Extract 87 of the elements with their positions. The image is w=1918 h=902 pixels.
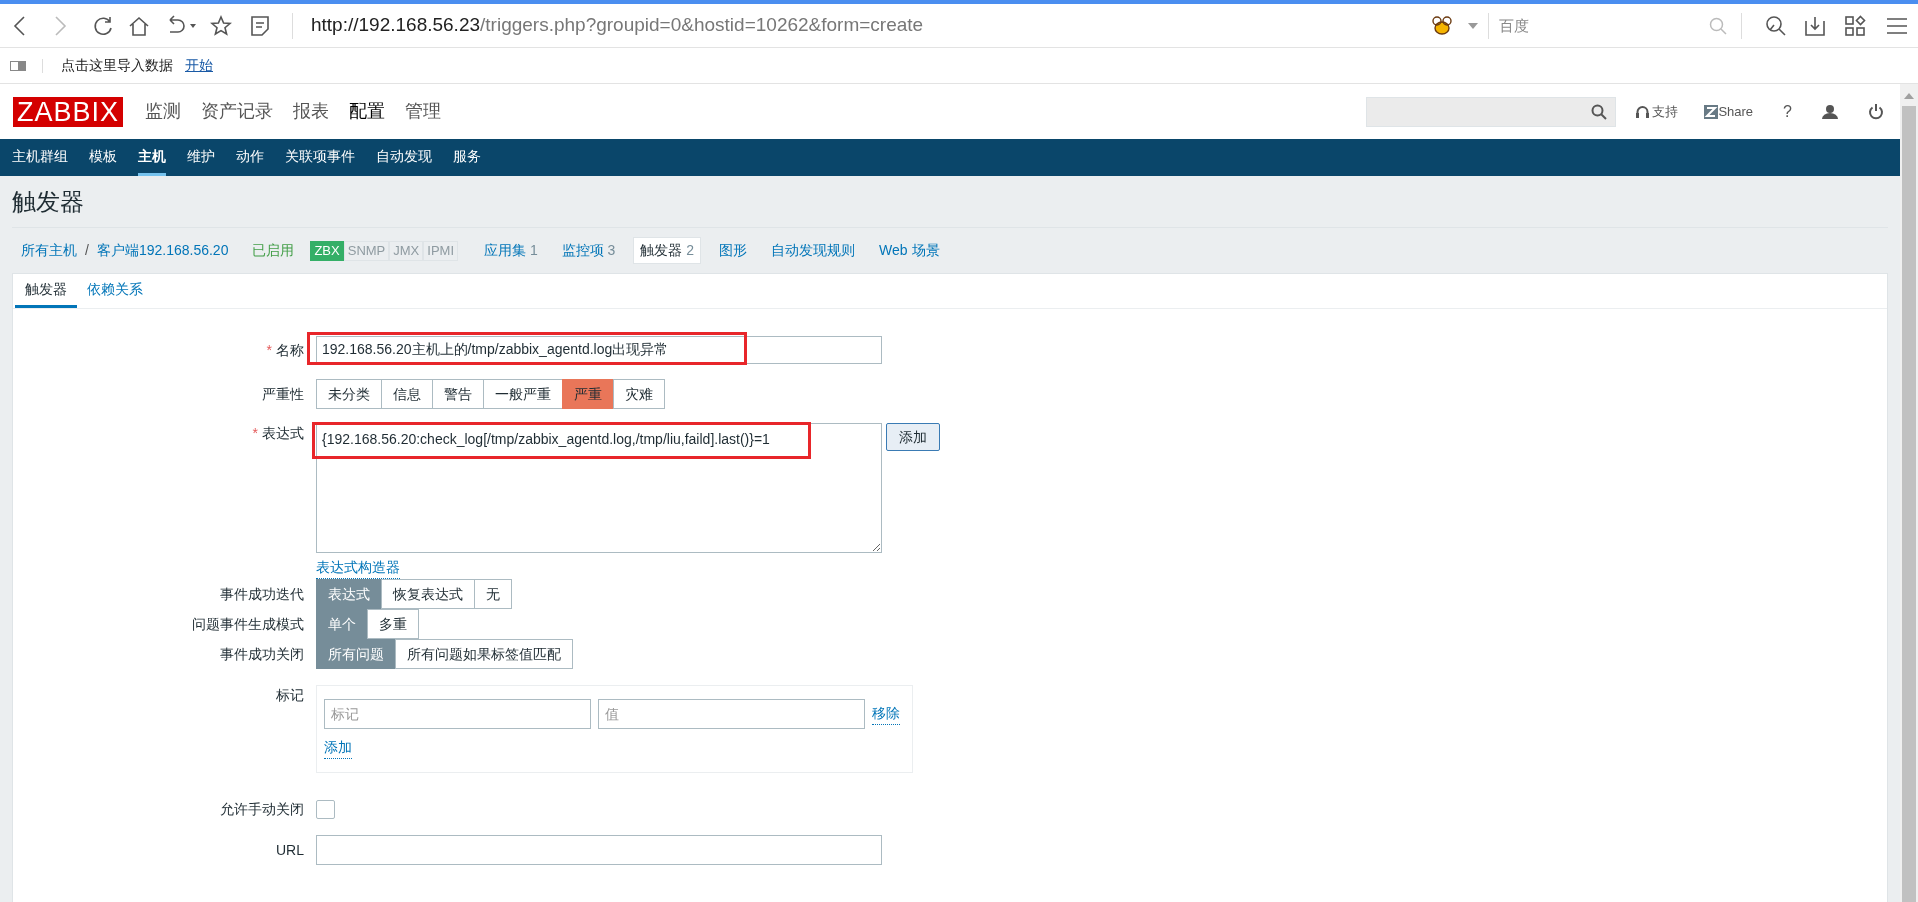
zabbix-logo[interactable]: ZABBIX: [13, 96, 124, 127]
submenu-item[interactable]: 主机群组: [12, 139, 68, 176]
host-nav-link[interactable]: Web 场景: [873, 238, 946, 263]
search-field[interactable]: 百度: [1499, 11, 1709, 40]
segment-option[interactable]: 未分类: [316, 379, 382, 409]
segment-option[interactable]: 灾难: [613, 379, 665, 409]
required-asterisk: *: [266, 342, 272, 358]
field-label: 名称: [276, 342, 304, 358]
reload-icon[interactable]: [92, 14, 114, 37]
headset-icon[interactable]: [1636, 104, 1650, 119]
home-icon[interactable]: [128, 14, 150, 37]
main-menu-item[interactable]: 资产记录: [201, 98, 274, 125]
host-nav-link[interactable]: 图形: [713, 238, 754, 263]
tag-name-field[interactable]: 标记: [324, 699, 591, 729]
power-icon[interactable]: [1868, 103, 1884, 120]
main-menu-item[interactable]: 监测: [145, 98, 182, 125]
main-menu-item[interactable]: 报表: [293, 98, 330, 125]
submenu-item[interactable]: 维护: [187, 139, 215, 176]
bee-icon[interactable]: [1430, 14, 1454, 37]
main-menu-item[interactable]: 管理: [405, 98, 442, 125]
host-status: 已启用: [252, 241, 295, 260]
host-nav-link[interactable]: 监控项 3: [555, 238, 622, 263]
page-title: 触发器: [12, 186, 84, 217]
z-logo-icon[interactable]: [1704, 104, 1719, 119]
field-label: 事件成功迭代: [220, 586, 304, 602]
name-input[interactable]: 192.168.56.20主机上的/tmp/zabbix_agentd.log出现异常: [316, 336, 882, 364]
help-link[interactable]: ?: [1783, 99, 1792, 124]
field-label: 允许手动关闭: [220, 801, 304, 817]
manual-close-checkbox[interactable]: [316, 799, 335, 819]
add-tag-link[interactable]: 添加: [324, 737, 352, 759]
star-icon[interactable]: [210, 14, 232, 37]
expression-textarea[interactable]: {192.168.56.20:check_log[/tmp/zabbix_agentd.log,/tmp/liu,faild].last()}=1: [316, 423, 882, 553]
field-label: 严重性: [262, 386, 304, 402]
segment-option[interactable]: 一般严重: [483, 379, 563, 409]
breadcrumb-link[interactable]: 客户端192.168.56.20: [96, 240, 229, 261]
global-search-field[interactable]: [1366, 96, 1617, 127]
breadcrumb-link[interactable]: 所有主机: [21, 240, 77, 261]
search-icon[interactable]: [1591, 103, 1608, 120]
add-button[interactable]: 添加: [886, 423, 940, 451]
share-link[interactable]: Share: [1718, 101, 1754, 122]
segment-option[interactable]: 恢复表达式: [381, 579, 475, 609]
required-asterisk: *: [252, 425, 258, 441]
dropdown-caret-icon[interactable]: [1468, 22, 1478, 29]
back-icon[interactable]: [12, 14, 26, 37]
availability-tag: JMX: [389, 240, 424, 261]
host-nav-link[interactable]: 自动发现规则: [765, 238, 862, 263]
form-tab[interactable]: 触发器: [15, 274, 77, 308]
field-label: URL: [276, 842, 304, 858]
notes-icon[interactable]: [250, 14, 270, 37]
field-label: 事件成功关闭: [220, 646, 304, 662]
address-bar[interactable]: http://192.168.56.23/triggers.php?groupid=0&hostid=10262&form=create: [311, 11, 924, 40]
scrollbar[interactable]: [1900, 84, 1918, 902]
sidebar-toggle-icon[interactable]: [10, 60, 26, 71]
user-icon[interactable]: [1822, 104, 1838, 119]
download-icon[interactable]: [1804, 14, 1826, 37]
availability-tag: ZBX: [310, 240, 344, 261]
field-label: 标记: [276, 687, 304, 703]
submenu-item[interactable]: 模板: [89, 139, 117, 176]
availability-tag: SNMP: [343, 240, 390, 261]
bookmark-text: 点击这里导入数据: [61, 56, 173, 75]
host-nav-link[interactable]: 触发器 2: [633, 237, 702, 264]
support-link[interactable]: 支持: [1652, 101, 1679, 122]
start-link[interactable]: 开始: [185, 55, 213, 76]
segment-option[interactable]: 所有问题如果标签值匹配: [395, 639, 573, 669]
menu-icon[interactable]: [1886, 15, 1908, 36]
url-input[interactable]: [316, 835, 882, 865]
tag-value-field[interactable]: 值: [598, 699, 865, 729]
segment-option[interactable]: 警告: [432, 379, 484, 409]
segment-option[interactable]: 多重: [367, 609, 419, 639]
submenu-item[interactable]: 服务: [453, 139, 481, 176]
breadcrumb-separator: /: [85, 241, 89, 260]
main-menu-item[interactable]: 配置: [349, 98, 386, 125]
host-nav-link[interactable]: 应用集 1: [478, 238, 544, 263]
segment-option[interactable]: 严重: [562, 379, 614, 409]
submenu-item[interactable]: 关联项事件: [285, 139, 355, 176]
submenu-item[interactable]: 主机: [138, 139, 166, 176]
field-label: 表达式: [262, 425, 304, 441]
segment-option[interactable]: 信息: [381, 379, 433, 409]
form-tab[interactable]: 依赖关系: [77, 274, 153, 308]
submenu-item[interactable]: 自动发现: [376, 139, 432, 176]
field-label: 问题事件生成模式: [192, 616, 304, 632]
availability-tag: IPMI: [423, 240, 458, 261]
submenu-item[interactable]: 动作: [236, 139, 264, 176]
apps-icon[interactable]: [1844, 14, 1866, 37]
remove-link[interactable]: 移除: [872, 703, 900, 725]
segment-option[interactable]: 无: [474, 579, 512, 609]
history-search-icon[interactable]: [1764, 14, 1786, 37]
